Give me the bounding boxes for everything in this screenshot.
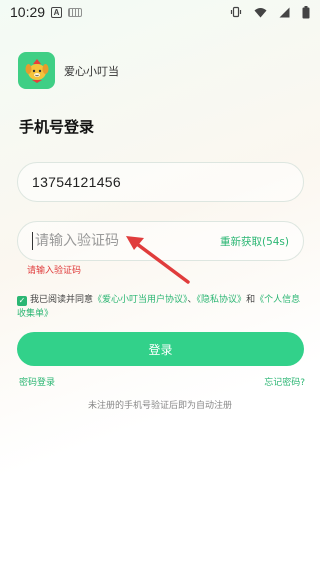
text-cursor <box>32 232 33 250</box>
app-logo <box>18 52 55 89</box>
verification-code-input[interactable] <box>35 233 185 249</box>
phone-field[interactable]: 13754121456 <box>17 162 304 202</box>
phone-number-value[interactable]: 13754121456 <box>32 174 121 190</box>
agreement-checkbox[interactable]: ✓ <box>17 296 27 306</box>
agreement-prefix: 我已阅读并同意 <box>30 295 94 305</box>
vibrate-icon <box>230 6 242 18</box>
verification-code-field[interactable]: 重新获取(54s) <box>17 221 304 261</box>
agreement-and: 和 <box>246 295 256 305</box>
agreement-separator: 、 <box>187 295 197 305</box>
page-title: 手机号登录 <box>19 118 95 136</box>
a-icon: A <box>51 6 63 18</box>
privacy-policy-link[interactable]: 《隐私协议》 <box>197 295 247 305</box>
app-name: 爱心小叮当 <box>64 65 119 78</box>
code-error-message: 请输入验证码 <box>27 266 82 276</box>
battery-icon <box>302 5 310 19</box>
status-time: 10:29 <box>10 4 46 20</box>
user-agreement-link[interactable]: 《爱心小叮当用户协议》 <box>93 295 188 305</box>
signal-icon <box>279 7 290 18</box>
keyboard-icon <box>68 7 83 17</box>
login-button[interactable]: 登录 <box>17 332 304 366</box>
status-bar: 10:29 A <box>0 0 320 24</box>
forgot-password-link[interactable]: 忘记密码? <box>264 375 305 388</box>
dog-mascot-icon <box>25 58 48 83</box>
wifi-icon <box>254 7 267 18</box>
auto-register-hint: 未注册的手机号验证后即为自动注册 <box>87 401 232 411</box>
agreement-text: ✓ 我已阅读并同意《爱心小叮当用户协议》、《隐私协议》和《个人信息收集单》 <box>17 293 307 321</box>
resend-code-button[interactable]: 重新获取(54s) <box>220 234 289 249</box>
password-login-link[interactable]: 密码登录 <box>19 375 55 388</box>
